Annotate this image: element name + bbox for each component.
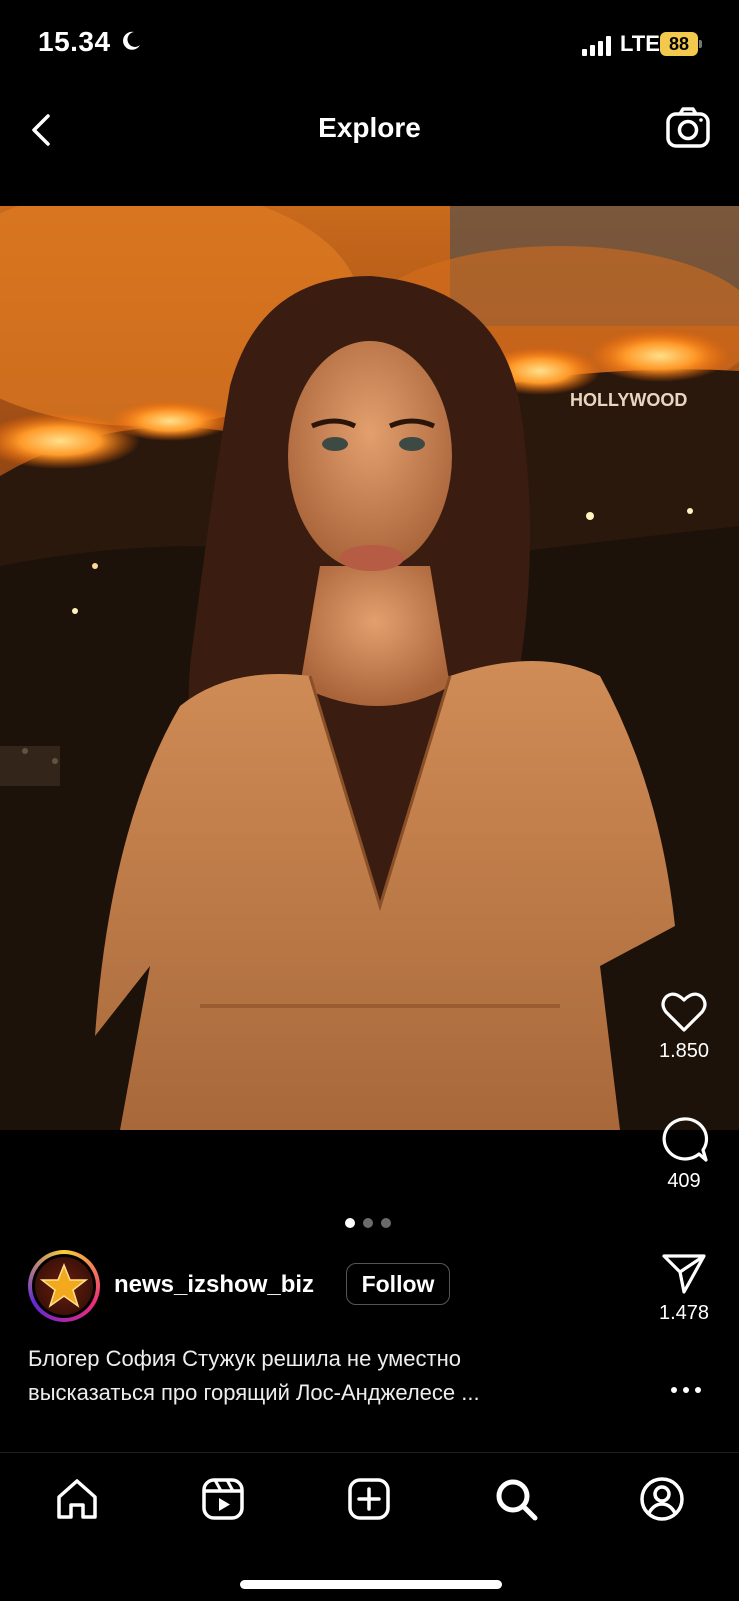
heart-icon[interactable] <box>660 990 708 1034</box>
caption-line: высказаться про горящий Лос-Анджелесе ..… <box>28 1380 480 1405</box>
status-time: 15.34 <box>38 26 111 57</box>
hollywood-sign: HOLLYWOOD <box>570 390 687 410</box>
battery-level: 88 <box>660 32 698 56</box>
avatar[interactable] <box>28 1250 100 1322</box>
status-bar: 15.34 LTE 88 <box>0 0 739 90</box>
comment-count: 409 <box>667 1170 701 1192</box>
home-icon[interactable] <box>53 1475 101 1523</box>
post-caption[interactable]: Блогер София Стужук решила не уместно вы… <box>28 1342 608 1410</box>
send-icon[interactable] <box>660 1252 708 1296</box>
page-title: Explore <box>318 112 421 143</box>
like-count: 1.850 <box>658 1040 710 1062</box>
comment-icon[interactable] <box>659 1116 709 1164</box>
carousel-indicator <box>345 1218 395 1230</box>
camera-icon[interactable] <box>664 104 712 152</box>
author-username[interactable]: news_izshow_biz <box>114 1271 314 1299</box>
top-nav: Explore <box>0 90 739 200</box>
star-icon <box>39 1262 89 1308</box>
signal-icon <box>582 36 611 56</box>
network-label: LTE <box>620 31 660 56</box>
share-action[interactable]: 1.478 <box>644 1252 724 1325</box>
more-options-icon[interactable] <box>668 1384 704 1396</box>
profile-icon[interactable] <box>638 1475 686 1523</box>
moon-icon <box>123 31 140 50</box>
like-action[interactable]: 1.850 <box>644 990 724 1063</box>
carousel-dot-active <box>345 1218 355 1228</box>
comment-action[interactable]: 409 <box>644 1116 724 1193</box>
carousel-dot <box>363 1218 373 1228</box>
reels-icon[interactable] <box>199 1475 247 1523</box>
home-indicator[interactable] <box>240 1580 502 1589</box>
share-count: 1.478 <box>658 1302 710 1324</box>
bottom-tab-bar <box>0 1452 739 1601</box>
caption-line: Блогер София Стужук решила не уместно <box>28 1346 461 1371</box>
create-icon[interactable] <box>345 1475 393 1523</box>
follow-button[interactable]: Follow <box>346 1263 450 1305</box>
search-icon[interactable] <box>492 1475 540 1523</box>
battery-icon: 88 <box>660 32 702 56</box>
carousel-dot <box>381 1218 391 1228</box>
post-photo[interactable]: HOLLYWOOD <box>0 206 739 1130</box>
post-image: HOLLYWOOD <box>0 206 739 1130</box>
